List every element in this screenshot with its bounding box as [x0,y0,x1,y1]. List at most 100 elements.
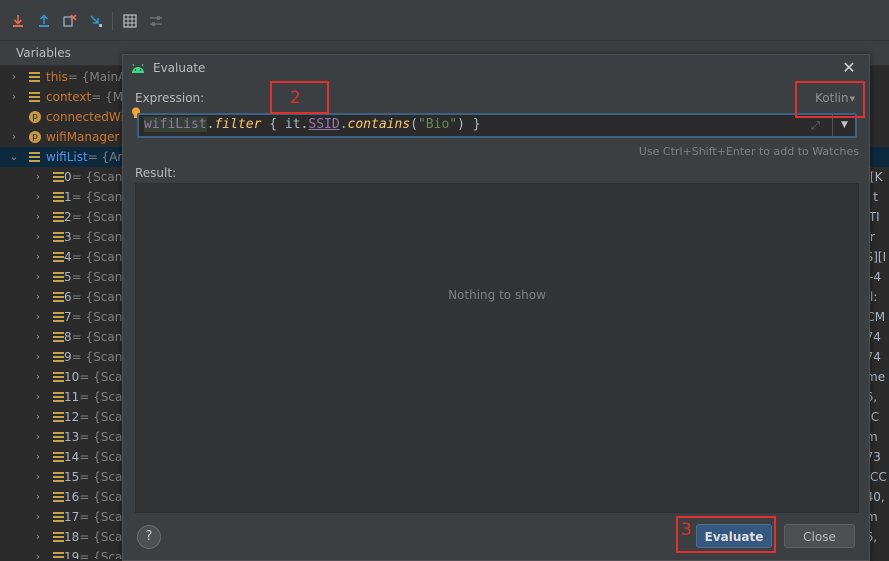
variable-name-text: 11 [64,390,80,404]
field-icon [53,212,64,222]
chevron-down-icon: ▼ [841,120,848,130]
expr-func: filter [214,117,262,132]
chevron-right-icon[interactable]: › [32,327,44,347]
variable-value: = {Scar [79,550,128,559]
chevron-right-icon[interactable]: › [32,207,44,227]
empty-result-text: Nothing to show [448,288,546,302]
variable-value: = {Scar [79,370,128,384]
expression-code[interactable]: wifiList.filter { it.SSID.contains("Bio"… [144,117,481,132]
chevron-right-icon[interactable]: › [8,127,20,147]
variable-name-text: 2 [64,210,72,224]
close-icon[interactable]: ✕ [839,58,859,78]
expand-icon[interactable]: ⤢ [811,119,820,133]
chevron-right-icon[interactable]: › [32,387,44,407]
variable-name: 1= {Scanl [64,187,126,207]
field-icon [53,252,64,262]
variable-name: this= {MainA [46,67,126,87]
help-button[interactable]: ? [137,525,161,549]
chevron-right-icon[interactable]: › [32,467,44,487]
field-icon [53,552,64,559]
variable-name: 3= {Scanl [64,227,126,247]
variable-name: 6= {Scanl [64,287,126,307]
field-icon [53,472,64,482]
chevron-right-icon[interactable]: › [32,307,44,327]
variable-name-text: 1 [64,190,72,204]
close-button[interactable]: Close [784,524,855,548]
property-icon: p [29,111,41,123]
chevron-right-icon[interactable]: › [32,447,44,467]
expr-arg: "Bio" [417,117,458,132]
variable-value: = {Scar [79,470,128,484]
chevron-right-icon[interactable]: › [8,67,20,87]
chevron-right-icon[interactable]: › [32,487,44,507]
variable-value: = {Scanl [71,310,126,324]
settings-icon[interactable] [148,13,164,29]
variable-name: 0= {Scanl [64,167,126,187]
field-icon [53,512,64,522]
chevron-right-icon[interactable]: › [32,167,44,187]
chevron-right-icon[interactable]: › [32,187,44,207]
variable-name: 10= {Scar [64,367,127,387]
variable-name-text: 9 [64,350,72,364]
chevron-right-icon[interactable]: › [32,267,44,287]
chevron-right-icon[interactable]: › [32,527,44,547]
chevron-right-icon[interactable]: › [32,247,44,267]
result-panel[interactable]: Nothing to show [135,183,859,513]
variable-name: 11= {Scar [64,387,127,407]
variable-name-text: 8 [64,330,72,344]
variable-name-text: 10 [64,370,80,384]
variable-name-text: 19 [64,550,80,559]
variable-name-text: 5 [64,270,72,284]
variable-value: = {Scar [79,450,128,464]
variable-name-text: 16 [64,490,80,504]
variable-name: 19= {Scar [64,547,127,559]
variable-name: 17= {Scar [64,507,127,527]
history-dropdown-button[interactable]: ▼ [832,115,856,136]
expr-dot2: . [339,117,348,132]
variable-value: = {Scar [79,410,128,424]
variable-name-text: 17 [64,510,80,524]
variable-value: = {Scar [79,510,128,524]
variable-value: = {Scanl [71,270,126,284]
dialog-title-bar[interactable]: Evaluate ✕ [123,55,869,81]
chevron-right-icon[interactable]: › [32,367,44,387]
field-icon [53,412,64,422]
chevron-right-icon[interactable]: › [8,87,20,107]
field-icon [53,392,64,402]
variable-name: context= {M [46,87,123,107]
variable-name: 5= {Scanl [64,267,126,287]
drop-frame-icon[interactable] [62,13,78,29]
expression-input[interactable]: wifiList.filter { it.SSID.contains("Bio"… [137,113,857,138]
variable-name: 7= {Scanl [64,307,126,327]
field-icon [53,192,64,202]
chevron-right-icon[interactable]: › [32,427,44,447]
step-into-icon[interactable] [10,13,26,29]
chevron-right-icon[interactable]: › [32,287,44,307]
expr-prop: SSID [308,117,340,132]
variable-name-text: 3 [64,230,72,244]
field-icon [53,452,64,462]
chevron-right-icon[interactable]: › [32,507,44,527]
variable-name: wifiList= {Arr [46,147,127,167]
step-out-icon[interactable] [36,13,52,29]
chevron-right-icon[interactable]: › [32,347,44,367]
annotation-label-3: 3 [681,520,692,540]
run-to-cursor-icon[interactable] [88,13,104,29]
field-icon [53,312,64,322]
chevron-down-icon[interactable]: ⌄ [8,147,20,167]
variable-name: connectedWi [46,107,124,127]
variable-name: 16= {Scar [64,487,127,507]
chevron-right-icon[interactable]: › [32,547,44,559]
variable-value: = {Scar [79,430,128,444]
field-icon [53,292,64,302]
chevron-right-icon[interactable]: › [32,407,44,427]
annotation-label-2: 2 [290,88,301,108]
evaluate-table-icon[interactable] [122,13,138,29]
variable-name-text: 7 [64,310,72,324]
variable-name-text: 13 [64,430,80,444]
field-icon [29,92,40,102]
chevron-right-icon[interactable]: › [32,227,44,247]
variable-value: = {Scanl [71,190,126,204]
variable-name: 2= {Scanl [64,207,126,227]
variable-name-text: context [46,90,92,104]
